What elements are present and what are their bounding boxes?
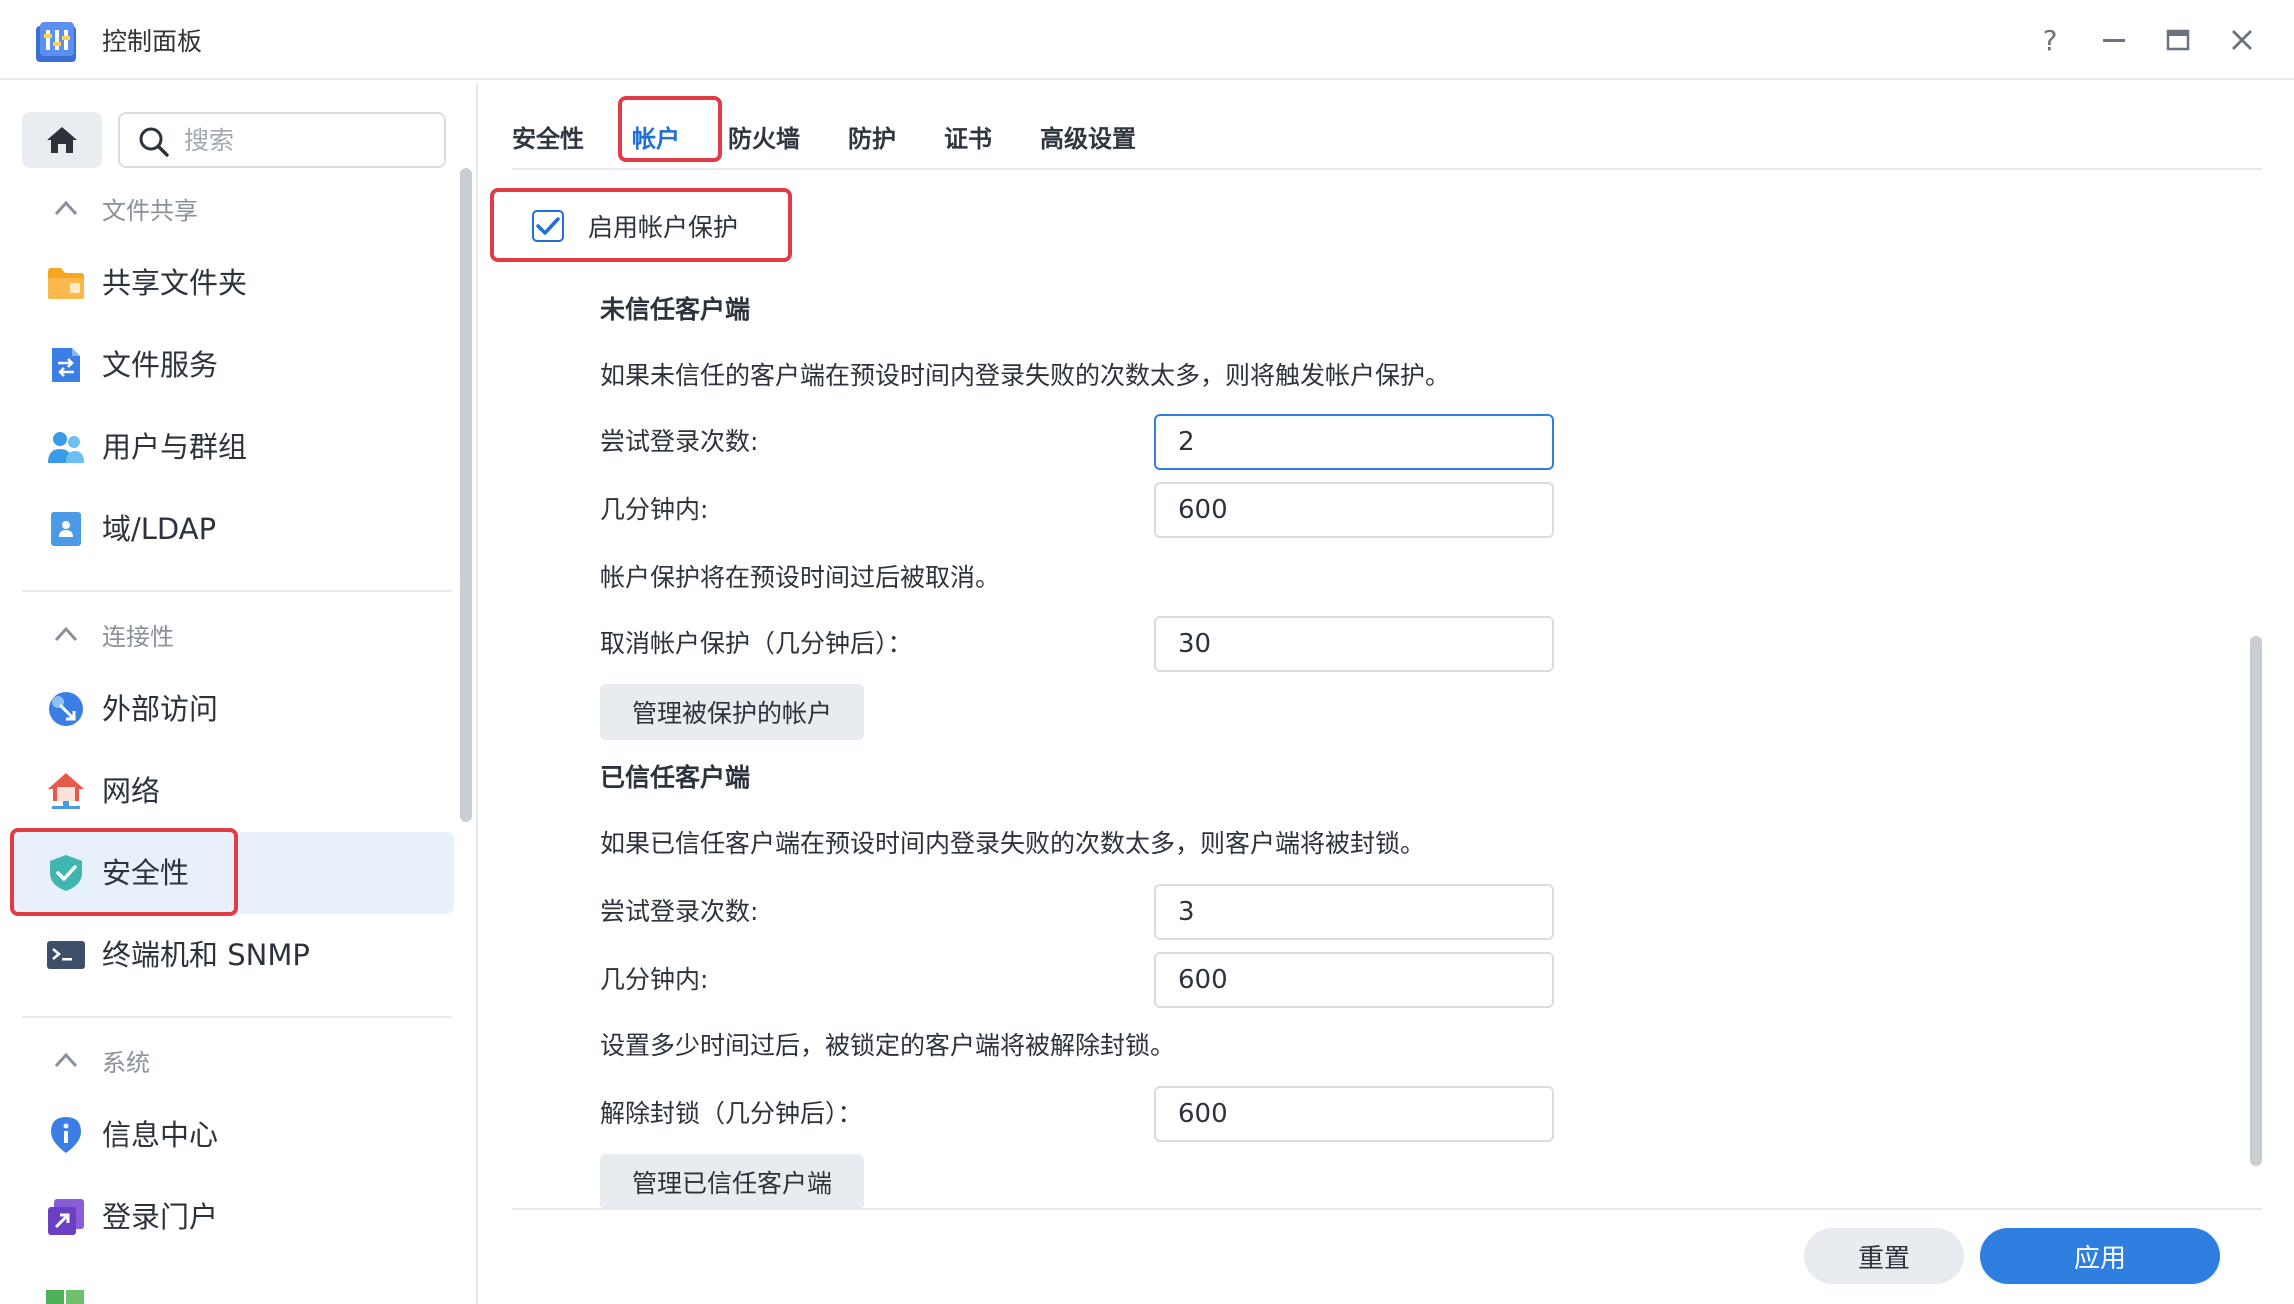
checkmark-icon [536,217,560,235]
trusted-attempts-input[interactable] [1154,884,1554,940]
file-services-icon [52,348,80,382]
sidebar-item-shared-folder[interactable]: 共享文件夹 [10,242,454,324]
sidebar-item-label: 域/LDAP [102,512,217,546]
sidebar-item-security[interactable]: 安全性 [10,832,454,914]
untrusted-within-label: 几分钟内: [600,495,709,524]
section-system[interactable]: 系统 [52,1040,150,1080]
untrusted-clients-heading: 未信任客户端 [600,295,751,324]
sidebar-item-label: 外部访问 [102,692,219,726]
domain-ldap-icon [51,512,81,546]
users-icon [48,432,84,463]
sidebar-item-label: 网络 [102,774,161,808]
sidebar-divider [22,590,452,592]
sidebar: 文件共享 共享文件夹 文件服务 用户与群组 [0,82,478,1304]
sidebar-item-label: 安全性 [102,856,190,890]
search-icon [139,127,169,157]
sidebar-item-login-portal[interactable]: 登录门户 [10,1176,454,1258]
sidebar-item-info-center[interactable]: 信息中心 [10,1094,454,1176]
tab-divider [512,168,2262,170]
enable-account-protection-checkbox[interactable] [532,210,564,242]
help-button[interactable]: ? [2030,20,2070,60]
section-connectivity[interactable]: 连接性 [52,614,174,654]
untrusted-attempts-input[interactable] [1154,414,1554,470]
manage-trusted-clients-button[interactable]: 管理已信任客户端 [600,1154,864,1210]
trusted-description: 如果已信任客户端在预设时间内登录失败的次数太多，则客户端将被封锁。 [600,829,1426,858]
sidebar-item-file-services[interactable]: 文件服务 [10,324,454,406]
tab-bar: 安全性 帐户 防火墙 防护 证书 高级设置 [512,104,1184,174]
sidebar-item-label: 用户与群组 [102,430,248,464]
trusted-clients-heading: 已信任客户端 [600,763,751,792]
untrusted-description: 如果未信任的客户端在预设时间内登录失败的次数太多，则将触发帐户保护。 [600,361,1451,390]
terminal-icon [47,941,85,969]
sidebar-item-label: 共享文件夹 [102,266,248,300]
untrusted-within-input[interactable] [1154,482,1554,538]
control-panel-icon [36,22,76,62]
close-icon [2232,30,2252,50]
content-scrollbar[interactable] [2250,636,2262,1166]
sidebar-item-domain-ldap[interactable]: 域/LDAP [10,488,454,570]
minimize-icon [2103,39,2125,42]
external-access-icon [49,692,83,726]
enable-account-protection-label: 启用帐户保护 [588,213,739,242]
folder-icon [48,268,84,299]
unblock-input[interactable] [1154,1086,1554,1142]
trusted-attempts-label: 尝试登录次数: [600,897,759,926]
sidebar-item-terminal-snmp[interactable]: 终端机和 SNMP [10,914,454,996]
sidebar-item-external-access[interactable]: 外部访问 [10,668,454,750]
section-label: 文件共享 [102,196,198,225]
untrusted-attempts-label: 尝试登录次数: [600,427,759,456]
sidebar-item-label: 信息中心 [102,1118,219,1152]
sidebar-divider [22,1016,452,1018]
manage-protected-accounts-button[interactable]: 管理被保护的帐户 [600,684,864,740]
sidebar-item-label: 文件服务 [102,348,219,382]
enable-account-protection-row[interactable]: 启用帐户保护 [532,206,738,246]
unblock-description: 设置多少时间过后，被锁定的客户端将被解除封锁。 [600,1031,1176,1060]
cancel-protection-input[interactable] [1154,616,1554,672]
footer-divider [512,1208,2262,1210]
partial-item-icon [46,1290,84,1304]
tab-account[interactable]: 帐户 [632,119,680,159]
window-title: 控制面板 [102,27,203,56]
tab-protection[interactable]: 防护 [848,119,896,159]
cancel-protection-label: 取消帐户保护（几分钟后）： [600,629,913,658]
home-button[interactable] [22,112,102,168]
login-portal-icon [48,1199,84,1235]
sidebar-item-label: 终端机和 SNMP [102,938,310,972]
section-file-sharing[interactable]: 文件共享 [52,188,198,228]
trusted-within-input[interactable] [1154,952,1554,1008]
close-button[interactable] [2222,20,2262,60]
chevron-up-icon [54,200,78,216]
tab-certificate[interactable]: 证书 [944,119,992,159]
title-bar: 控制面板 ? [0,0,2294,80]
chevron-up-icon [54,1052,78,1068]
section-label: 连接性 [102,622,174,651]
cancel-protection-description: 帐户保护将在预设时间过后被取消。 [600,563,1001,592]
unblock-label: 解除封锁（几分钟后）： [600,1099,863,1128]
sidebar-scrollbar[interactable] [460,168,472,822]
sidebar-item-users-groups[interactable]: 用户与群组 [10,406,454,488]
reset-button[interactable]: 重置 [1804,1228,1964,1284]
tab-firewall[interactable]: 防火墙 [728,119,800,159]
maximize-button[interactable] [2158,20,2198,60]
tab-advanced[interactable]: 高级设置 [1040,119,1136,159]
network-icon [48,773,84,809]
sidebar-item-label: 登录门户 [102,1200,219,1234]
search-input[interactable] [184,122,434,158]
main-panel: 安全性 帐户 防火墙 防护 证书 高级设置 启用帐户保护 未信任客户端 如果未信… [480,82,2294,1304]
tab-security[interactable]: 安全性 [512,119,584,159]
minimize-button[interactable] [2094,20,2134,60]
info-icon [51,1117,81,1153]
sidebar-item-network[interactable]: 网络 [10,750,454,832]
search-box[interactable] [118,112,446,168]
apply-button[interactable]: 应用 [1980,1228,2220,1284]
chevron-up-icon [54,626,78,642]
home-icon [47,127,77,153]
maximize-icon [2166,29,2190,51]
shield-icon [50,855,82,891]
trusted-within-label: 几分钟内: [600,965,709,994]
section-label: 系统 [102,1048,150,1077]
